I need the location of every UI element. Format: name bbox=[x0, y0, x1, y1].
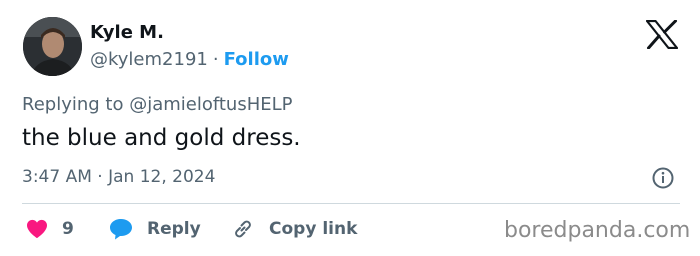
info-icon[interactable] bbox=[651, 166, 675, 190]
watermark: boredpanda.com bbox=[504, 218, 691, 243]
tweet-timestamp[interactable]: 3:47 AM · Jan 12, 2024 bbox=[22, 167, 215, 187]
reply-button[interactable]: Reply bbox=[109, 217, 201, 241]
display-name[interactable]: Kyle M. bbox=[90, 22, 164, 43]
like-count: 9 bbox=[62, 219, 74, 239]
tweet-text: the blue and gold dress. bbox=[22, 125, 301, 151]
copy-link-label: Copy link bbox=[269, 219, 358, 239]
follow-button[interactable]: Follow bbox=[224, 49, 289, 70]
separator-dot: · bbox=[212, 49, 219, 70]
handle-row: @kylem2191 · Follow bbox=[90, 49, 289, 70]
copy-link-button[interactable]: Copy link bbox=[231, 217, 357, 241]
divider bbox=[22, 203, 680, 204]
speech-bubble-icon bbox=[110, 219, 132, 240]
x-logo-icon[interactable] bbox=[645, 19, 679, 50]
replying-to[interactable]: Replying to @jamieloftusHELP bbox=[22, 94, 293, 115]
user-handle[interactable]: @kylem2191 bbox=[90, 49, 208, 70]
link-icon bbox=[235, 220, 251, 238]
avatar-photo bbox=[23, 17, 82, 76]
reply-label: Reply bbox=[147, 219, 201, 239]
heart-icon bbox=[27, 219, 47, 239]
avatar[interactable] bbox=[23, 17, 82, 76]
like-button[interactable]: 9 bbox=[26, 217, 74, 241]
